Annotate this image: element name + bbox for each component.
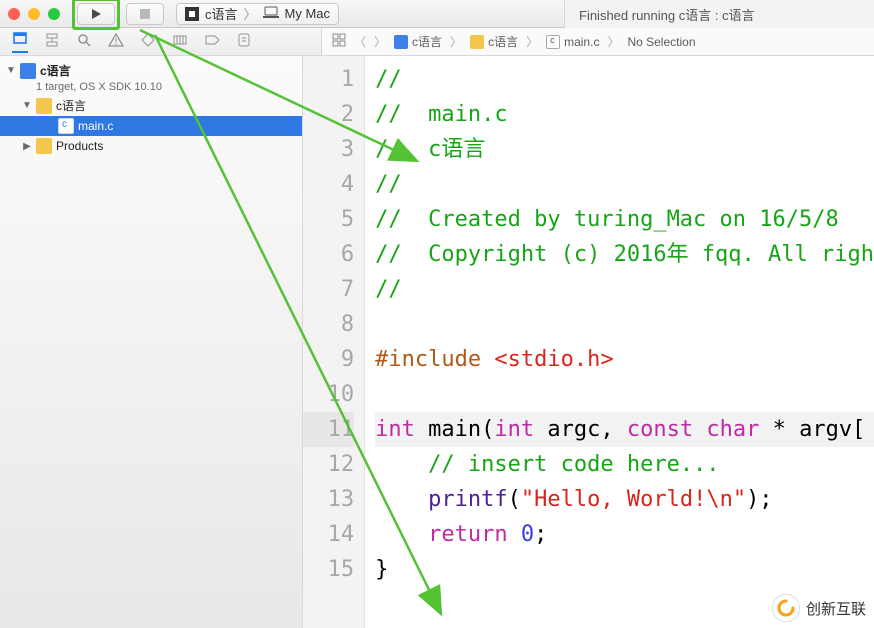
project-icon: [394, 35, 408, 49]
code-line[interactable]: }: [375, 552, 874, 587]
folder-node[interactable]: ▼ c语言: [0, 95, 302, 116]
issue-navigator-tab[interactable]: [108, 32, 124, 51]
line-number: 1: [303, 62, 354, 97]
chevron-icon: 〉: [607, 33, 619, 50]
products-node[interactable]: ▶ Products: [0, 136, 302, 156]
device-icon: [263, 6, 279, 21]
project-navigator-tab[interactable]: [12, 30, 28, 53]
code-line[interactable]: //: [375, 272, 874, 307]
folder-icon: [36, 98, 52, 114]
report-navigator-tab[interactable]: [236, 32, 252, 51]
minimize-window-button[interactable]: [28, 8, 40, 20]
folder-name: c语言: [56, 97, 86, 114]
find-navigator-tab[interactable]: [76, 32, 92, 51]
project-subtitle: 1 target, OS X SDK 10.10: [36, 81, 162, 93]
disclosure-triangle-icon[interactable]: ▼: [6, 65, 16, 76]
line-number: 14: [303, 517, 354, 552]
line-number: 11: [303, 412, 354, 447]
code-line[interactable]: //: [375, 62, 874, 97]
scheme-icon: [185, 7, 199, 21]
source-editor[interactable]: 123456789101112131415 //// main.c// c语言/…: [303, 56, 874, 628]
forward-button[interactable]: 〉: [374, 33, 386, 50]
line-number: 13: [303, 482, 354, 517]
line-number: 4: [303, 167, 354, 202]
watermark-icon: [772, 594, 800, 622]
jump-segment-selection[interactable]: No Selection: [627, 35, 695, 49]
code-line[interactable]: // insert code here...: [375, 447, 874, 482]
watermark: 创新互联: [772, 594, 866, 622]
debug-navigator-tab[interactable]: [172, 32, 188, 51]
line-number: 15: [303, 552, 354, 587]
breakpoint-navigator-tab[interactable]: [204, 32, 220, 51]
status-bar: Finished running c语言 : c语言: [564, 0, 874, 28]
disclosure-triangle-icon[interactable]: ▶: [22, 141, 32, 152]
line-number: 3: [303, 132, 354, 167]
watermark-text: 创新互联: [806, 598, 866, 619]
code-line[interactable]: [375, 377, 874, 412]
code-line[interactable]: #include <stdio.h>: [375, 342, 874, 377]
file-node-selected[interactable]: main.c: [0, 116, 302, 136]
code-line[interactable]: int main(int argc, const char * argv[: [375, 412, 874, 447]
code-area[interactable]: //// main.c// c语言//// Created by turing_…: [365, 56, 874, 628]
line-number: 6: [303, 237, 354, 272]
folder-icon: [470, 35, 484, 49]
scheme-separator: 〉: [244, 4, 257, 23]
line-number: 10: [303, 377, 354, 412]
scheme-device: My Mac: [285, 6, 331, 21]
symbol-navigator-tab[interactable]: [44, 32, 60, 51]
line-number: 2: [303, 97, 354, 132]
file-name: main.c: [78, 119, 113, 133]
code-line[interactable]: return 0;: [375, 517, 874, 552]
jump-bar[interactable]: 〈 〉 c语言 〉 c语言 〉 main.c 〉 No Selection: [322, 28, 874, 56]
line-number: 5: [303, 202, 354, 237]
code-line[interactable]: [375, 307, 874, 342]
jump-segment-file[interactable]: main.c: [546, 35, 599, 49]
chevron-icon: 〉: [450, 33, 462, 50]
code-line[interactable]: // Created by turing_Mac on 16/5/8: [375, 202, 874, 237]
products-name: Products: [56, 139, 103, 153]
line-number-gutter: 123456789101112131415: [303, 56, 365, 628]
folder-icon: [36, 138, 52, 154]
jump-segment-project[interactable]: c语言: [394, 33, 442, 50]
c-file-icon: [58, 118, 74, 134]
zoom-window-button[interactable]: [48, 8, 60, 20]
code-line[interactable]: // Copyright (c) 2016年 fqq. All righ: [375, 237, 874, 272]
related-items-icon[interactable]: [332, 33, 346, 50]
test-navigator-tab[interactable]: [140, 32, 156, 51]
code-line[interactable]: // main.c: [375, 97, 874, 132]
chevron-icon: 〉: [526, 33, 538, 50]
code-line[interactable]: // c语言: [375, 132, 874, 167]
scheme-selector[interactable]: c语言 〉 My Mac: [176, 3, 339, 25]
run-button[interactable]: [77, 3, 115, 25]
titlebar: c语言 〉 My Mac Finished running c语言 : c语言: [0, 0, 874, 28]
scheme-target: c语言: [205, 4, 238, 23]
navigator-tabs: [0, 28, 322, 56]
line-number: 7: [303, 272, 354, 307]
line-number: 12: [303, 447, 354, 482]
jump-segment-folder[interactable]: c语言: [470, 33, 518, 50]
project-name: c语言: [40, 62, 71, 79]
back-button[interactable]: 〈: [354, 33, 366, 50]
code-line[interactable]: printf("Hello, World!\n");: [375, 482, 874, 517]
disclosure-triangle-icon[interactable]: ▼: [22, 100, 32, 111]
line-number: 8: [303, 307, 354, 342]
project-node[interactable]: ▼ c语言: [0, 60, 302, 81]
window-controls: [8, 8, 60, 20]
stop-button[interactable]: [126, 3, 164, 25]
project-navigator: ▼ c语言 1 target, OS X SDK 10.10 ▼ c语言 mai…: [0, 56, 303, 628]
c-file-icon: [546, 35, 560, 49]
status-text: Finished running c语言 : c语言: [579, 5, 755, 24]
close-window-button[interactable]: [8, 8, 20, 20]
code-line[interactable]: //: [375, 167, 874, 202]
line-number: 9: [303, 342, 354, 377]
project-icon: [20, 63, 36, 79]
